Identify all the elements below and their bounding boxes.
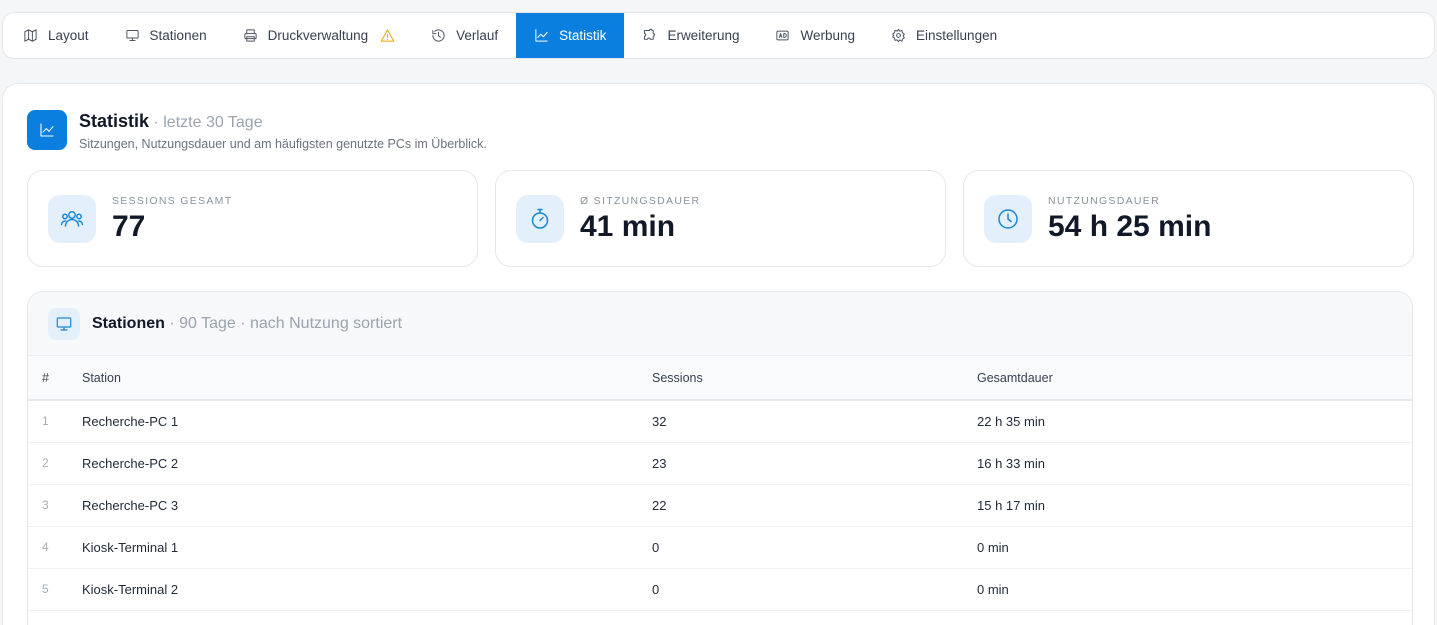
kpi-value: 54 h 25 min (1048, 209, 1212, 243)
page-title-text: Statistik (79, 111, 150, 131)
warning-icon (380, 29, 395, 42)
kpi-icon-box (48, 194, 96, 243)
tab-verlauf[interactable]: Verlauf (413, 13, 516, 58)
cell-sessions: 23 (652, 455, 667, 471)
stations-card: Stationen · 90 Tage · nach Nutzung sorti… (27, 291, 1413, 625)
page-subtitle: Sitzungen, Nutzungsdauer und am häufigst… (79, 137, 487, 151)
cell-duration: 0 min (977, 581, 1009, 597)
chart-icon (535, 29, 548, 42)
stations-icon-box (48, 307, 80, 340)
tab-label: Werbung (800, 28, 856, 43)
cell-duration: 16 h 33 min (977, 455, 1045, 471)
cell-station: Kiosk-Terminal 2 (82, 581, 179, 597)
puzzle-icon (644, 28, 656, 40)
cell-station: Recherche-PC 1 (82, 413, 179, 429)
table-row[interactable]: 3 Recherche-PC 3 22 15 h 17 min (28, 484, 1412, 526)
cell-duration: 15 h 17 min (977, 497, 1045, 513)
tab-label: Stationen (149, 28, 207, 43)
kpi-row: Sessions gesamt 77 Ø Sitzungsdauer 41 mi… (27, 170, 1414, 267)
cell-rank: 4 (42, 540, 49, 554)
tab-bar: Layout Stationen Druckverwaltung Verlauf… (2, 12, 1435, 59)
cell-sessions: 32 (652, 413, 667, 429)
page-title-period: · letzte 30 Tage (149, 114, 263, 131)
stations-title: Stationen · 90 Tage · nach Nutzung sorti… (92, 315, 402, 333)
stations-title-text: Stationen (92, 314, 165, 332)
tab-label: Erweiterung (667, 28, 740, 43)
kpi-icon-box (984, 194, 1032, 243)
column-header-rank[interactable]: # (28, 356, 82, 400)
gear-icon (892, 28, 905, 43)
cell-sessions: 0 (652, 581, 660, 597)
table-row[interactable]: 1 Recherche-PC 1 32 22 h 35 min (28, 400, 1412, 442)
cell-station: Recherche-PC 3 (82, 497, 179, 513)
kpi-value: 41 min (580, 209, 676, 243)
stopwatch-icon (531, 208, 549, 229)
cell-duration: 0 min (977, 539, 1009, 555)
kpi-value: 77 (112, 209, 146, 243)
tab-druckverwaltung[interactable]: Druckverwaltung (225, 13, 414, 58)
statistics-panel: Statistik · letzte 30 Tage Sitzungen, Nu… (2, 83, 1435, 625)
page-title: Statistik · letzte 30 Tage (79, 111, 487, 133)
page-header: Statistik · letzte 30 Tage Sitzungen, Nu… (27, 110, 487, 151)
tab-label: Druckverwaltung (267, 28, 369, 43)
ad-icon (776, 30, 790, 41)
kpi-label: Nutzungsdauer (1048, 194, 1160, 207)
table-header-row: # Station Sessions Gesamtdauer (28, 356, 1412, 400)
tab-werbung[interactable]: Werbung (757, 13, 873, 58)
table-row[interactable]: 2 Recherche-PC 2 23 16 h 33 min (28, 442, 1412, 484)
column-header-sessions[interactable]: Sessions (652, 356, 977, 400)
clock-icon (998, 208, 1018, 229)
tab-label: Verlauf (456, 28, 499, 43)
table-row[interactable]: 4 Kiosk-Terminal 1 0 0 min (28, 526, 1412, 568)
chart-icon (40, 123, 54, 137)
stations-header: Stationen · 90 Tage · nach Nutzung sorti… (28, 292, 1412, 356)
tab-erweiterung[interactable]: Erweiterung (624, 13, 757, 58)
header-icon-box (27, 110, 67, 150)
users-icon (60, 210, 84, 227)
kpi-icon-box (516, 194, 564, 243)
tab-stationen[interactable]: Stationen (107, 13, 225, 58)
history-icon (432, 29, 445, 42)
cell-rank: 5 (42, 582, 49, 596)
kpi-card-sessions: Sessions gesamt 77 (27, 170, 478, 267)
map-icon (24, 29, 37, 42)
cell-rank: 3 (42, 498, 49, 512)
tab-label: Statistik (559, 28, 607, 43)
monitor-icon (56, 316, 72, 331)
column-header-station[interactable]: Station (82, 356, 652, 400)
table-row[interactable]: 5 Kiosk-Terminal 2 0 0 min (28, 568, 1412, 610)
monitor-icon (125, 30, 139, 41)
cell-station: Recherche-PC 2 (82, 455, 179, 471)
tab-layout[interactable]: Layout (5, 13, 107, 58)
cell-rank: 2 (42, 456, 49, 470)
tab-statistik[interactable]: Statistik (516, 13, 625, 58)
stations-title-period: · 90 Tage · nach Nutzung sortiert (164, 314, 403, 332)
printer-icon (243, 29, 257, 42)
cell-sessions: 22 (652, 497, 667, 513)
cell-duration: 22 h 35 min (977, 413, 1045, 429)
kpi-card-usage-duration: Nutzungsdauer 54 h 25 min (963, 170, 1414, 267)
kpi-label: Sessions gesamt (112, 194, 233, 207)
cell-station: Kiosk-Terminal 1 (82, 539, 179, 555)
tab-label: Layout (48, 28, 89, 43)
cell-sessions: 0 (652, 539, 660, 555)
kpi-label: Ø Sitzungsdauer (580, 194, 701, 207)
tab-einstellungen[interactable]: Einstellungen (873, 13, 1015, 58)
cell-rank: 1 (42, 414, 49, 429)
column-header-duration[interactable]: Gesamtdauer (977, 356, 1412, 400)
kpi-card-avg-duration: Ø Sitzungsdauer 41 min (495, 170, 946, 267)
tab-label: Einstellungen (916, 28, 998, 43)
stations-table: # Station Sessions Gesamtdauer 1 Recherc… (28, 356, 1412, 611)
